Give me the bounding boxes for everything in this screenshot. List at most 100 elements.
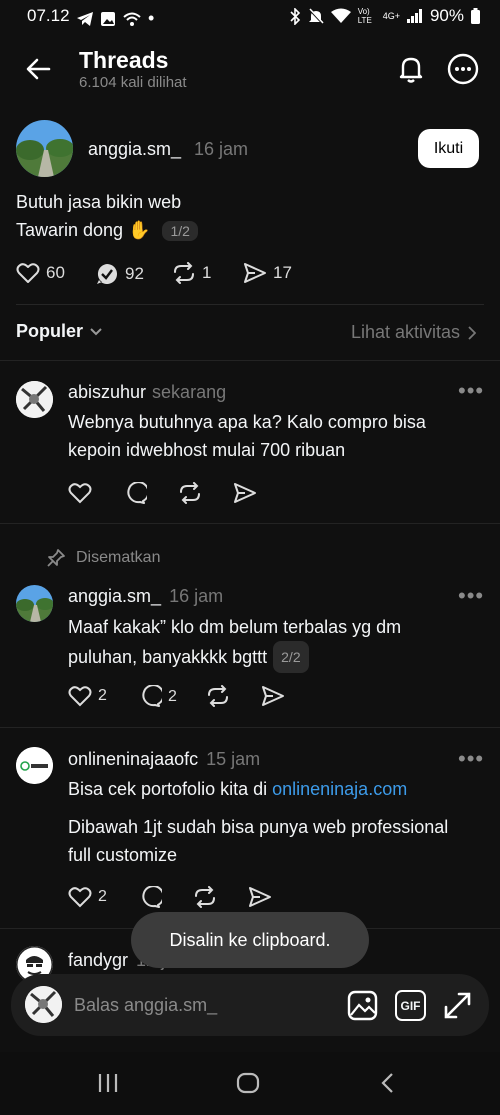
- comment-like-button[interactable]: 2: [68, 685, 107, 707]
- comment-text-line2: puluhan, banyakkkk bgttt: [68, 647, 268, 667]
- avatar[interactable]: [16, 381, 53, 418]
- heart-icon: [68, 686, 92, 707]
- telegram-icon: [77, 11, 93, 26]
- follow-button[interactable]: Ikuti: [418, 129, 479, 168]
- avatar: [25, 986, 62, 1023]
- volte-label: Vo) LTE: [357, 7, 372, 25]
- comment-username[interactable]: onlineninajaaofc: [68, 749, 198, 770]
- view-activity-link[interactable]: Lihat aktivitas: [351, 322, 476, 343]
- home-button[interactable]: [236, 1072, 260, 1094]
- share-button[interactable]: 17: [243, 262, 292, 284]
- comment-more-button[interactable]: •••: [458, 746, 484, 772]
- back-button[interactable]: [25, 55, 53, 83]
- home-icon: [236, 1072, 260, 1094]
- website-link[interactable]: onlineninaja.com: [272, 779, 407, 799]
- heart-icon: [16, 263, 40, 283]
- recent-apps-button[interactable]: [96, 1072, 120, 1094]
- comment-reply-button[interactable]: [123, 482, 147, 506]
- comment-username[interactable]: abiszuhur: [68, 382, 146, 403]
- chevron-left-icon: [381, 1073, 393, 1093]
- bluetooth-icon: [290, 7, 300, 25]
- send-icon: [262, 686, 284, 706]
- image-button[interactable]: [347, 990, 378, 1021]
- comment-repost-button[interactable]: [206, 685, 230, 707]
- gif-button[interactable]: GIF: [395, 990, 426, 1021]
- share-count: 17: [273, 263, 292, 282]
- comment-time: 16 jam: [169, 586, 224, 606]
- post-time: 16 jam: [194, 139, 249, 159]
- comment-more-button[interactable]: •••: [458, 583, 484, 609]
- reply-input[interactable]: Balas anggia.sm_: [74, 995, 217, 1016]
- image-icon: [347, 990, 378, 1021]
- divider: [0, 727, 500, 728]
- more-options-button[interactable]: [447, 53, 479, 85]
- comment-time: sekarang: [152, 382, 227, 402]
- like-button[interactable]: 60: [16, 262, 65, 284]
- pin-icon: [47, 549, 65, 567]
- comment-reply-button[interactable]: 2: [138, 685, 177, 709]
- battery-text: 90%: [429, 6, 464, 25]
- post-username[interactable]: anggia.sm_: [88, 139, 181, 160]
- like-count: 2: [98, 687, 107, 704]
- gif-label: GIF: [400, 998, 421, 1013]
- comment-more-button[interactable]: •••: [458, 378, 484, 404]
- repost-icon: [208, 685, 228, 707]
- comment-repost-button[interactable]: [178, 482, 202, 504]
- comment-repost-button[interactable]: [193, 886, 217, 908]
- comment-like-button[interactable]: 2: [68, 886, 107, 908]
- sort-dropdown[interactable]: Populer: [16, 321, 103, 342]
- thread-counter: 1/2: [162, 220, 198, 241]
- pinned-text: Disematkan: [76, 549, 161, 566]
- like-count: 2: [98, 888, 107, 905]
- status-bar: 07.12 • Vo) LTE 4G+ 90%: [0, 0, 500, 34]
- toast: Disalin ke clipboard.: [131, 912, 369, 968]
- bell-icon: [399, 57, 423, 83]
- mute-icon: [307, 7, 324, 25]
- send-icon: [234, 483, 256, 503]
- post-text-line2-text: Tawarin dong ✋: [16, 220, 151, 240]
- expand-button[interactable]: [442, 990, 473, 1021]
- heart-icon: [68, 483, 92, 504]
- back-nav-button[interactable]: [380, 1072, 396, 1094]
- arrow-left-icon: [26, 58, 51, 80]
- view-count: 6.104 kali dilihat: [79, 74, 187, 91]
- comment-share-button[interactable]: [248, 886, 272, 908]
- comment-username[interactable]: fandygr: [68, 950, 128, 971]
- pinned-label: Disematkan: [46, 548, 160, 568]
- repost-icon: [180, 482, 200, 504]
- view-activity-label: Lihat aktivitas: [350, 322, 460, 342]
- avatar[interactable]: [16, 120, 73, 177]
- send-icon: [244, 263, 266, 283]
- comment-text-line1: Bisa cek portofolio kita di: [68, 779, 273, 799]
- comment-text-line2: kepoin idwebhost mulai 700 ribuan: [68, 440, 346, 460]
- comment-like-button[interactable]: [68, 482, 92, 504]
- recent-apps-icon: [98, 1074, 118, 1092]
- comment-time: 15 jam: [206, 749, 261, 769]
- post-text-line2: Tawarin dong ✋ 1/2: [16, 220, 198, 241]
- divider: [16, 304, 484, 305]
- comment-icon: [127, 482, 147, 504]
- comment-username[interactable]: anggia.sm_: [68, 586, 161, 607]
- wifi-icon: [330, 8, 351, 23]
- comment-text-line1: Webnya butuhnya apa ka? Kalo compro bisa: [68, 412, 426, 432]
- send-icon: [249, 887, 271, 907]
- post-text-line1: Butuh jasa bikin web: [16, 192, 182, 212]
- comment-share-button[interactable]: [261, 685, 285, 707]
- comment-share-button[interactable]: [233, 482, 257, 504]
- quote-button[interactable]: 92: [95, 262, 144, 286]
- network-4g-label: 4G+: [382, 11, 400, 21]
- repost-button[interactable]: 1: [172, 262, 211, 284]
- page-title: Threads: [79, 47, 169, 73]
- gallery-icon: [101, 11, 115, 26]
- status-time: 07.12: [27, 6, 70, 25]
- repost-icon: [174, 262, 194, 284]
- comment-reply-button[interactable]: [138, 886, 162, 910]
- avatar[interactable]: [16, 585, 53, 622]
- avatar[interactable]: [16, 747, 53, 784]
- thread-counter: 2/2: [273, 641, 309, 673]
- signal-icon: [406, 9, 422, 23]
- chevron-right-icon: [468, 325, 476, 340]
- notification-button[interactable]: [395, 53, 427, 85]
- quote-check-icon: [97, 264, 117, 284]
- wifi-calling-icon: [123, 12, 141, 26]
